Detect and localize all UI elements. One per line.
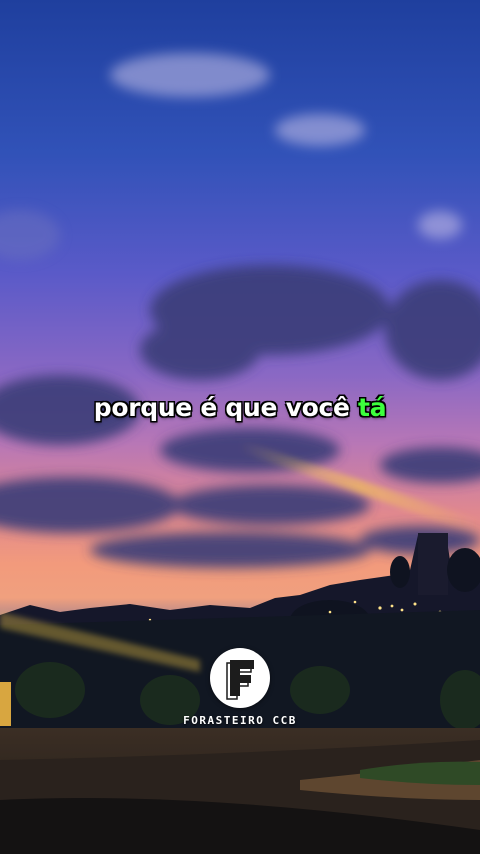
video-frame: porque é que você tá FORASTEIRO CCB <box>0 0 480 854</box>
subtitle-caption: porque é que você tá <box>0 393 480 422</box>
caption-highlight-word: tá <box>358 393 387 422</box>
brand-name: FORASTEIRO CCB <box>183 714 297 727</box>
watermark-brand: FORASTEIRO CCB <box>0 648 480 727</box>
brand-logo-icon <box>210 648 270 708</box>
letter-f-icon <box>226 660 254 700</box>
caption-text: porque é que você <box>93 393 359 422</box>
